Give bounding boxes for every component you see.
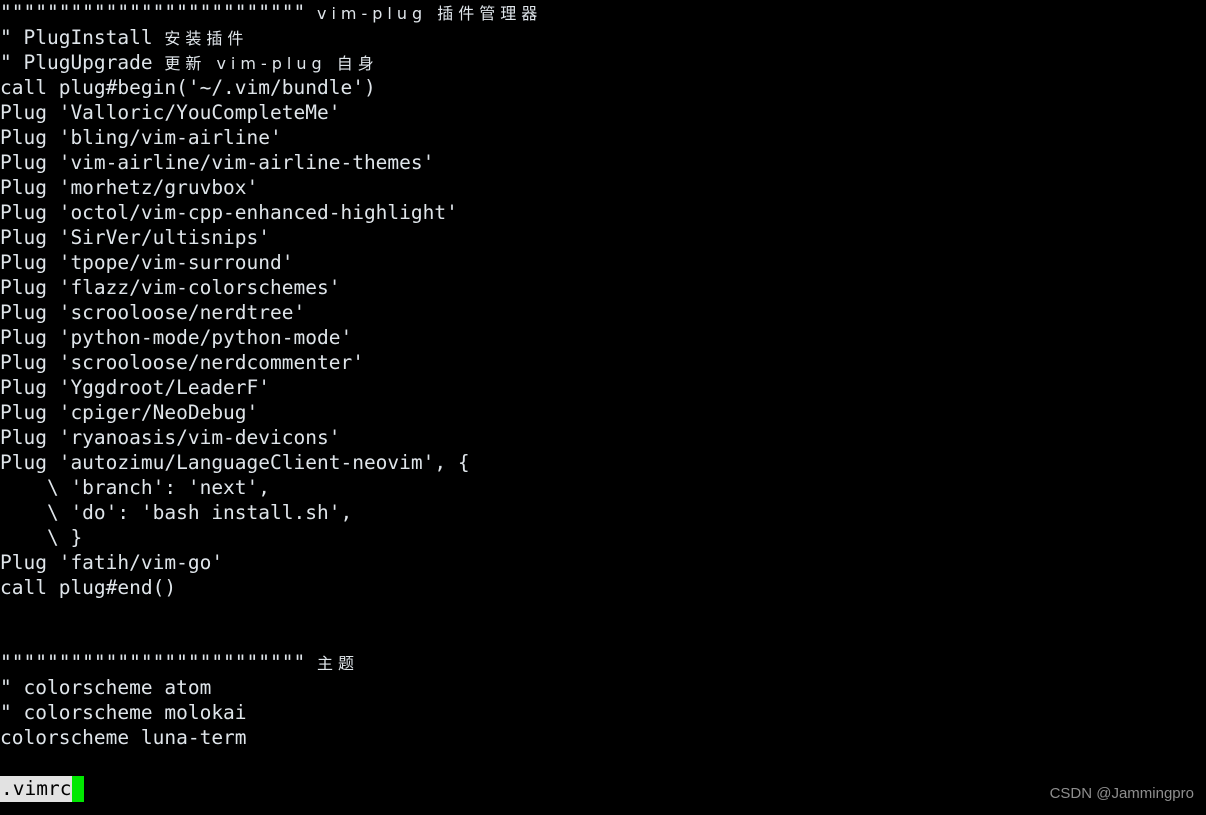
editor-line[interactable]: Plug 'bling/vim-airline': [0, 125, 542, 150]
editor-line[interactable]: Plug 'fatih/vim-go': [0, 550, 542, 575]
editor-line[interactable]: Plug 'scrooloose/nerdcommenter': [0, 350, 542, 375]
editor-line-text: " colorscheme atom: [0, 676, 212, 699]
editor-line[interactable]: Plug 'scrooloose/nerdtree': [0, 300, 542, 325]
editor-line[interactable]: \ 'do': 'bash install.sh',: [0, 500, 542, 525]
editor-line-text: \ 'branch': 'next',: [0, 476, 271, 499]
editor-line[interactable]: Plug 'octol/vim-cpp-enhanced-highlight': [0, 200, 542, 225]
editor-line-text: Plug 'tpope/vim-surround': [0, 251, 294, 274]
editor-line-cjk-text: vim-plug 插件管理器: [316, 4, 543, 23]
editor-line[interactable]: Plug 'cpiger/NeoDebug': [0, 400, 542, 425]
editor-line[interactable]: """""""""""""""""""""""""" 主题: [0, 650, 542, 675]
editor-line-text: " colorscheme molokai: [0, 701, 247, 724]
editor-line[interactable]: """""""""""""""""""""""""" vim-plug 插件管理…: [0, 0, 542, 25]
editor-line-text: """""""""""""""""""""""""": [0, 651, 317, 674]
editor-line-text: call plug#begin('~/.vim/bundle'): [0, 76, 376, 99]
editor-line-text: \ }: [0, 526, 83, 549]
editor-line-text: Plug 'morhetz/gruvbox': [0, 176, 259, 199]
editor-line[interactable]: \ 'branch': 'next',: [0, 475, 542, 500]
editor-line[interactable]: Plug 'flazz/vim-colorschemes': [0, 275, 542, 300]
editor-line[interactable]: Plug 'SirVer/ultisnips': [0, 225, 542, 250]
editor-line[interactable]: Plug 'ryanoasis/vim-devicons': [0, 425, 542, 450]
editor-line[interactable]: Plug 'autozimu/LanguageClient-neovim', {: [0, 450, 542, 475]
csdn-watermark: CSDN @Jammingpro: [1049, 785, 1194, 802]
editor-line-text: Plug 'python-mode/python-mode': [0, 326, 353, 349]
editor-line[interactable]: Plug 'Valloric/YouCompleteMe': [0, 100, 542, 125]
editor-line-text: " PlugUpgrade: [0, 51, 165, 74]
editor-line[interactable]: Plug 'python-mode/python-mode': [0, 325, 542, 350]
editor-line[interactable]: Plug 'Yggdroot/LeaderF': [0, 375, 542, 400]
text-cursor-block: [72, 776, 85, 802]
editor-line[interactable]: " PlugUpgrade 更新 vim-plug 自身: [0, 50, 542, 75]
editor-line[interactable]: Plug 'vim-airline/vim-airline-themes': [0, 150, 542, 175]
editor-line-text: Plug 'cpiger/NeoDebug': [0, 401, 259, 424]
editor-line-text: " PlugInstall: [0, 26, 165, 49]
editor-line[interactable]: \ }: [0, 525, 542, 550]
editor-line-text: Plug 'bling/vim-airline': [0, 126, 282, 149]
editor-line[interactable]: call plug#end(): [0, 575, 542, 600]
editor-line-text: Plug 'scrooloose/nerdcommenter': [0, 351, 364, 374]
editor-line-text: Plug 'autozimu/LanguageClient-neovim', {: [0, 451, 470, 474]
editor-line-text: Plug 'fatih/vim-go': [0, 551, 224, 574]
statusline-filename: .vimrc: [0, 776, 73, 802]
editor-line-text: Plug 'scrooloose/nerdtree': [0, 301, 306, 324]
editor-line-text: Plug 'ryanoasis/vim-devicons': [0, 426, 341, 449]
editor-line[interactable]: call plug#begin('~/.vim/bundle'): [0, 75, 542, 100]
editor-line-text: \ 'do': 'bash install.sh',: [0, 501, 353, 524]
editor-blank-line[interactable]: [0, 625, 542, 650]
editor-line[interactable]: " colorscheme molokai: [0, 700, 542, 725]
editor-line-text: Plug 'vim-airline/vim-airline-themes': [0, 151, 435, 174]
editor-line-cjk-text: 更新 vim-plug 自身: [164, 54, 379, 73]
editor-line[interactable]: colorscheme luna-term: [0, 725, 542, 750]
editor-line-text: Plug 'Yggdroot/LeaderF': [0, 376, 271, 399]
vim-text-buffer[interactable]: """""""""""""""""""""""""" vim-plug 插件管理…: [0, 0, 542, 750]
editor-line-text: Plug 'SirVer/ultisnips': [0, 226, 271, 249]
editor-line-text: colorscheme luna-term: [0, 726, 247, 749]
editor-line-cjk-text: 主题: [316, 654, 359, 673]
editor-line-cjk-text: 安装插件: [164, 29, 249, 48]
editor-line-text: call plug#end(): [0, 576, 177, 599]
editor-line[interactable]: " PlugInstall 安装插件: [0, 25, 542, 50]
vim-statusline: .vimrc: [0, 776, 85, 802]
editor-line-text: Plug 'Valloric/YouCompleteMe': [0, 101, 341, 124]
terminal-window[interactable]: """""""""""""""""""""""""" vim-plug 插件管理…: [0, 0, 1206, 815]
editor-line[interactable]: Plug 'morhetz/gruvbox': [0, 175, 542, 200]
editor-line-text: Plug 'flazz/vim-colorschemes': [0, 276, 341, 299]
editor-line-text: """""""""""""""""""""""""": [0, 1, 317, 24]
editor-line[interactable]: " colorscheme atom: [0, 675, 542, 700]
editor-blank-line[interactable]: [0, 600, 542, 625]
editor-line[interactable]: Plug 'tpope/vim-surround': [0, 250, 542, 275]
editor-line-text: Plug 'octol/vim-cpp-enhanced-highlight': [0, 201, 458, 224]
